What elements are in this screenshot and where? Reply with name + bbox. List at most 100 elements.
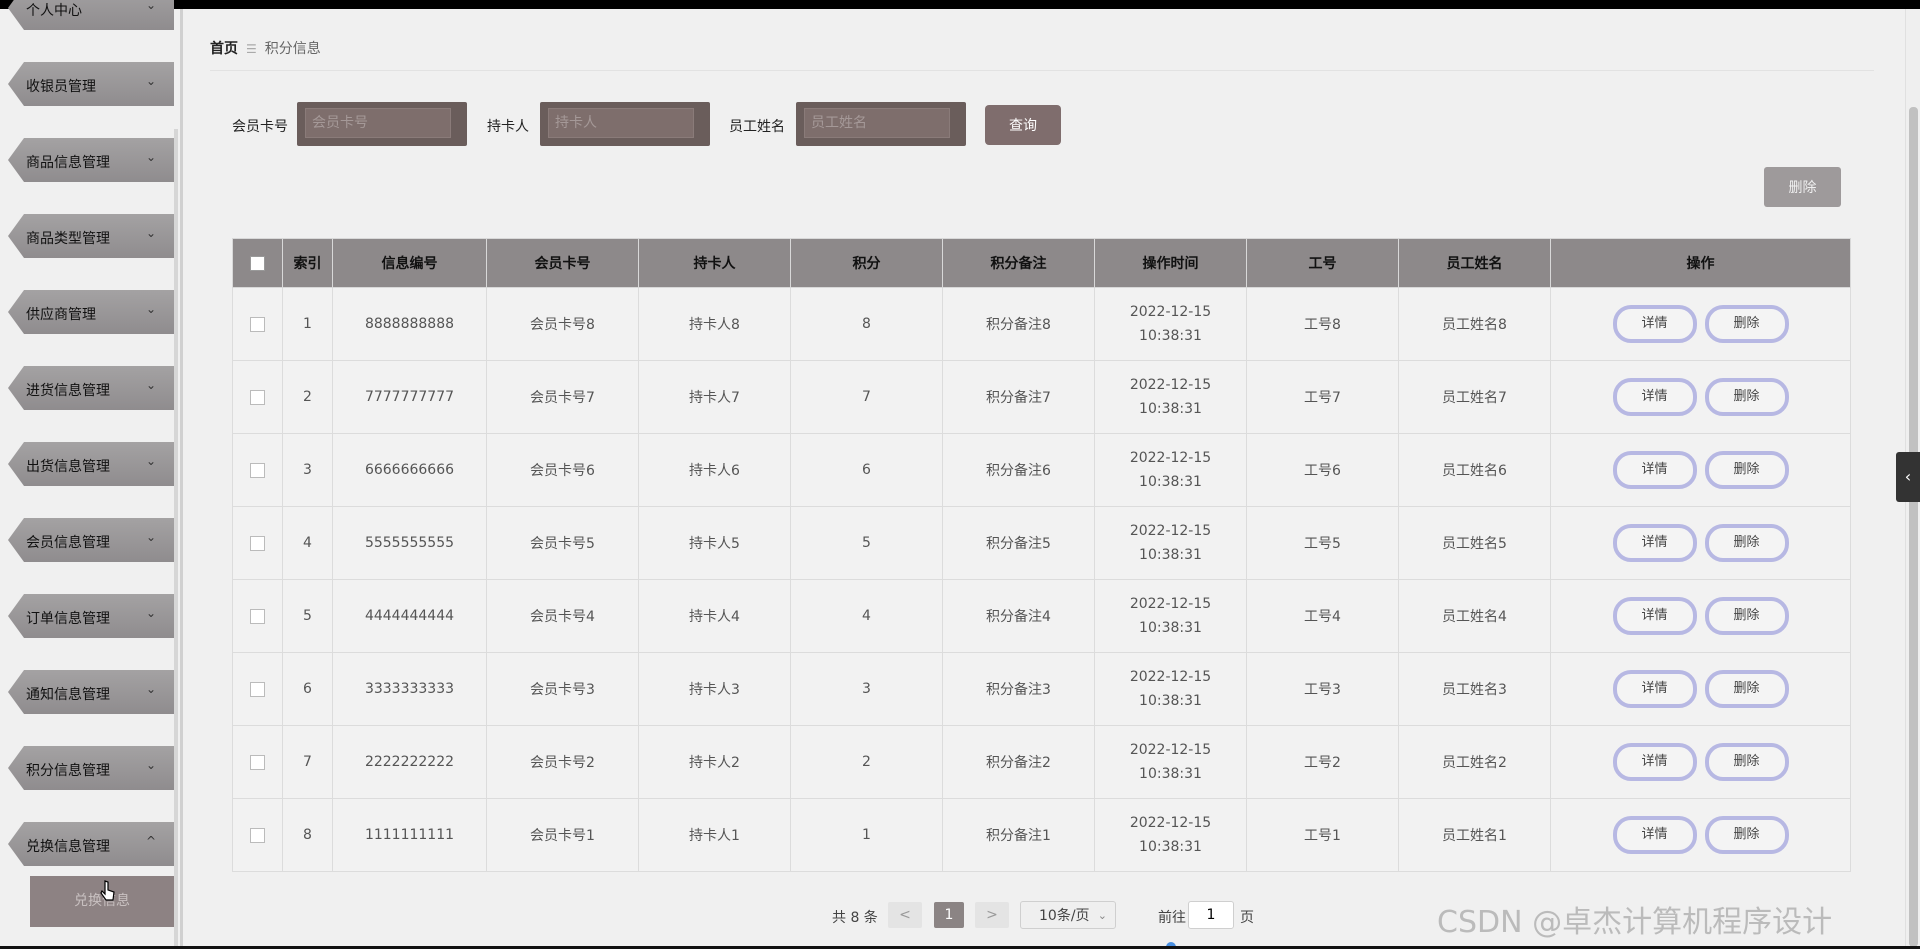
cell-points: 4 xyxy=(790,579,943,653)
chevron-up-icon: ^ xyxy=(145,834,156,848)
sidebar-scroll-track[interactable] xyxy=(174,129,178,946)
sidebar-item[interactable]: 订单信息管理 ⌄ xyxy=(8,594,174,638)
cell-points-note: 积分备注5 xyxy=(942,506,1095,580)
column-header-points-note[interactable]: 积分备注 xyxy=(942,238,1095,288)
page-number-button[interactable]: 1 xyxy=(934,902,964,928)
table-row: 1 8888888888 会员卡号8 持卡人8 8 积分备注8 2022-12-15 10:… xyxy=(232,287,1851,361)
sidebar-item[interactable]: 积分信息管理 ⌄ xyxy=(8,746,174,790)
row-checkbox[interactable] xyxy=(250,608,265,624)
row-checkbox[interactable] xyxy=(250,827,265,843)
staff-name-input[interactable] xyxy=(804,108,950,138)
chevron-left-icon[interactable]: ‹ xyxy=(1896,452,1920,502)
sidebar-item-label: 供应商管理 xyxy=(26,307,96,323)
row-delete-button[interactable]: 删除 xyxy=(1704,451,1789,489)
detail-button[interactable]: 详情 xyxy=(1612,670,1697,708)
detail-button[interactable]: 详情 xyxy=(1612,378,1697,416)
points-table: 索引 信息编号 会员卡号 持卡人 积分 积分备注 操作时间 工号 员工姓名 操作… xyxy=(232,238,1851,872)
detail-button[interactable]: 详情 xyxy=(1612,743,1697,781)
row-checkbox[interactable] xyxy=(250,681,265,697)
batch-delete-button[interactable]: 删除 xyxy=(1764,167,1841,207)
detail-button[interactable]: 详情 xyxy=(1612,305,1697,343)
row-actions: 详情 删除 xyxy=(1550,433,1851,507)
column-header-holder[interactable]: 持卡人 xyxy=(638,238,791,288)
row-checkbox[interactable] xyxy=(250,389,265,405)
cell-staff-name: 员工姓名5 xyxy=(1398,506,1551,580)
column-header-info-no[interactable]: 信息编号 xyxy=(332,238,487,288)
table-row: 4 5555555555 会员卡号5 持卡人5 5 积分备注5 2022-12-15 10:… xyxy=(232,506,1851,580)
goto-page-input[interactable] xyxy=(1188,901,1234,929)
sidebar-item[interactable]: 收银员管理 ⌄ xyxy=(8,62,174,106)
row-delete-button[interactable]: 删除 xyxy=(1704,378,1789,416)
row-checkbox[interactable] xyxy=(250,462,265,478)
cell-points: 8 xyxy=(790,287,943,361)
column-header-card-no[interactable]: 会员卡号 xyxy=(486,238,639,288)
sidebar-item-label: 商品信息管理 xyxy=(26,155,110,171)
detail-button[interactable]: 详情 xyxy=(1612,524,1697,562)
cell-card-no: 会员卡号6 xyxy=(486,433,639,507)
column-header-staff-name[interactable]: 员工姓名 xyxy=(1398,238,1551,288)
sidebar-item[interactable]: 商品信息管理 ⌄ xyxy=(8,138,174,182)
cell-staff-no: 工号2 xyxy=(1246,725,1399,799)
cell-points-note: 积分备注4 xyxy=(942,579,1095,653)
row-delete-button[interactable]: 删除 xyxy=(1704,816,1789,854)
cell-holder: 持卡人7 xyxy=(638,360,791,434)
cell-points-note: 积分备注1 xyxy=(942,798,1095,872)
sidebar-item-label: 兑换信息管理 xyxy=(26,839,110,855)
row-delete-button[interactable]: 删除 xyxy=(1704,670,1789,708)
row-actions: 详情 删除 xyxy=(1550,725,1851,799)
scroll-thumb[interactable] xyxy=(1909,107,1918,947)
row-checkbox[interactable] xyxy=(250,754,265,770)
row-delete-button[interactable]: 删除 xyxy=(1704,597,1789,635)
table-row: 8 1111111111 会员卡号1 持卡人1 1 积分备注1 2022-12-15 10:… xyxy=(232,798,1851,872)
column-header-op-time[interactable]: 操作时间 xyxy=(1094,238,1247,288)
cell-info-no: 4444444444 xyxy=(332,579,487,653)
row-delete-button[interactable]: 删除 xyxy=(1704,305,1789,343)
cell-holder: 持卡人8 xyxy=(638,287,791,361)
sidebar-item[interactable]: 出货信息管理 ⌄ xyxy=(8,442,174,486)
detail-button[interactable]: 详情 xyxy=(1612,451,1697,489)
sidebar-item[interactable]: 通知信息管理 ⌄ xyxy=(8,670,174,714)
cell-op-time: 2022-12-15 10:38:31 xyxy=(1094,798,1247,872)
cell-index: 5 xyxy=(282,579,333,653)
sidebar-item-label: 出货信息管理 xyxy=(26,459,110,475)
column-header-points[interactable]: 积分 xyxy=(790,238,943,288)
detail-button[interactable]: 详情 xyxy=(1612,597,1697,635)
sidebar-item[interactable]: 个人中心 ⌄ xyxy=(8,0,174,30)
cell-staff-no: 工号4 xyxy=(1246,579,1399,653)
sidebar-item-label: 商品类型管理 xyxy=(26,231,110,247)
breadcrumb-home[interactable]: 首页 xyxy=(210,41,238,57)
cell-points-note: 积分备注3 xyxy=(942,652,1095,726)
cell-staff-no: 工号7 xyxy=(1246,360,1399,434)
column-header-staff-no[interactable]: 工号 xyxy=(1246,238,1399,288)
card-no-input[interactable] xyxy=(305,108,451,138)
cell-points: 1 xyxy=(790,798,943,872)
sidebar-item[interactable]: 兑换信息管理 ^ xyxy=(8,822,174,866)
breadcrumb-current: 积分信息 xyxy=(264,41,321,57)
select-all-checkbox[interactable] xyxy=(250,255,265,271)
row-delete-button[interactable]: 删除 xyxy=(1704,743,1789,781)
row-checkbox[interactable] xyxy=(250,535,265,551)
column-header-index[interactable]: 索引 xyxy=(282,238,333,288)
sidebar-item[interactable]: 供应商管理 ⌄ xyxy=(8,290,174,334)
cell-staff-name: 员工姓名8 xyxy=(1398,287,1551,361)
row-actions: 详情 删除 xyxy=(1550,506,1851,580)
row-delete-button[interactable]: 删除 xyxy=(1704,524,1789,562)
cell-card-no: 会员卡号8 xyxy=(486,287,639,361)
cell-info-no: 7777777777 xyxy=(332,360,487,434)
chevron-down-icon: ⌄ xyxy=(145,378,156,392)
row-select-cell xyxy=(232,798,283,872)
next-page-button[interactable]: > xyxy=(975,902,1009,928)
cell-info-no: 8888888888 xyxy=(332,287,487,361)
query-button[interactable]: 查询 xyxy=(985,105,1061,145)
sidebar-item-label: 通知信息管理 xyxy=(26,687,110,703)
cell-holder: 持卡人3 xyxy=(638,652,791,726)
page-size-select[interactable]: 10条/页 ⌄ xyxy=(1020,901,1116,929)
sidebar-item[interactable]: 商品类型管理 ⌄ xyxy=(8,214,174,258)
row-checkbox[interactable] xyxy=(250,316,265,332)
sidebar-item[interactable]: 进货信息管理 ⌄ xyxy=(8,366,174,410)
row-select-cell xyxy=(232,725,283,799)
detail-button[interactable]: 详情 xyxy=(1612,816,1697,854)
sidebar-item[interactable]: 会员信息管理 ⌄ xyxy=(8,518,174,562)
prev-page-button[interactable]: < xyxy=(888,902,922,928)
holder-input[interactable] xyxy=(548,108,694,138)
